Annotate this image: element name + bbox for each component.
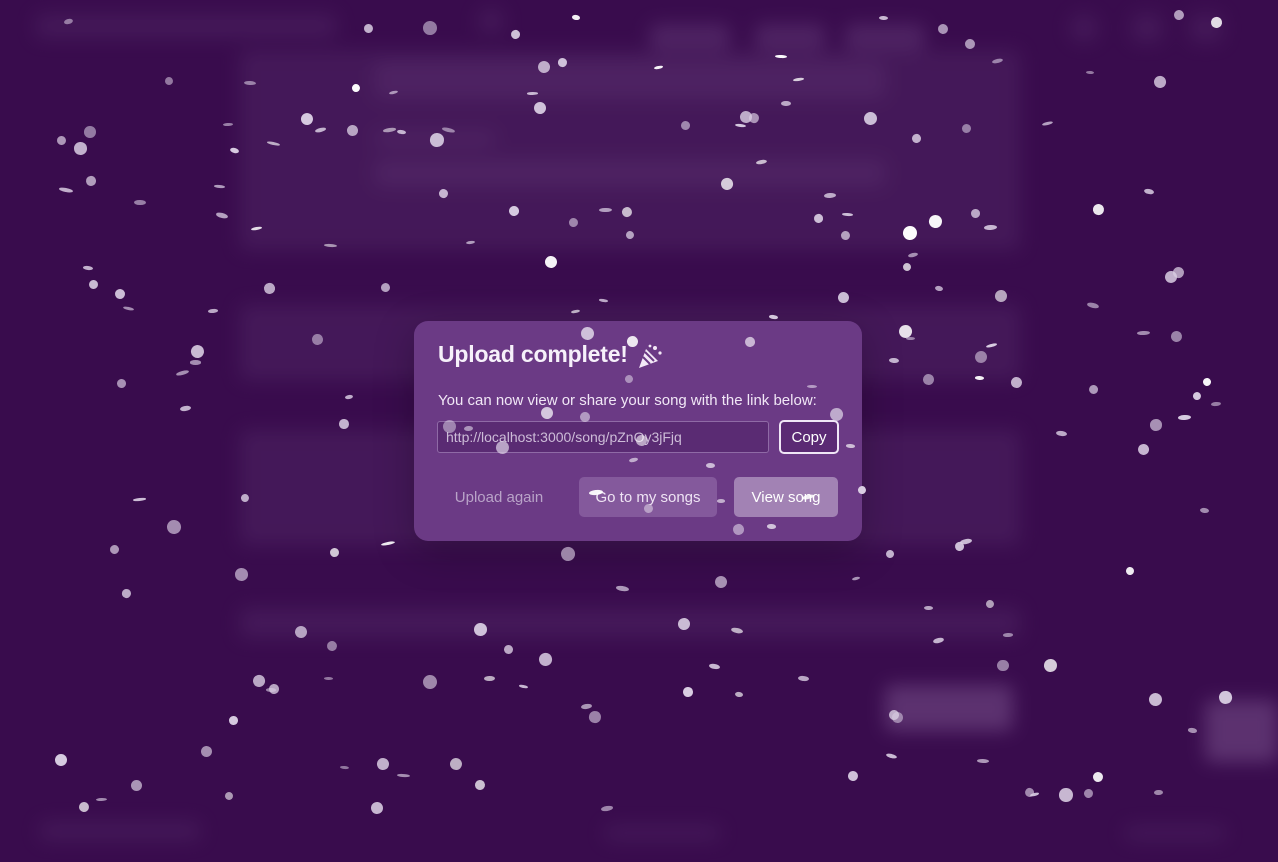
dialog-description: You can now view or share your song with… xyxy=(438,392,817,409)
party-popper-icon xyxy=(639,344,662,368)
dialog-title: Upload complete! xyxy=(438,341,628,367)
upload-again-button[interactable]: Upload again xyxy=(438,477,560,517)
view-song-button[interactable]: View song xyxy=(734,477,838,517)
copy-button[interactable]: Copy xyxy=(779,420,839,454)
go-to-my-songs-button[interactable]: Go to my songs xyxy=(579,477,717,517)
song-link-field[interactable] xyxy=(437,421,769,453)
upload-complete-dialog: Upload complete! You can now view or sha… xyxy=(414,321,862,541)
